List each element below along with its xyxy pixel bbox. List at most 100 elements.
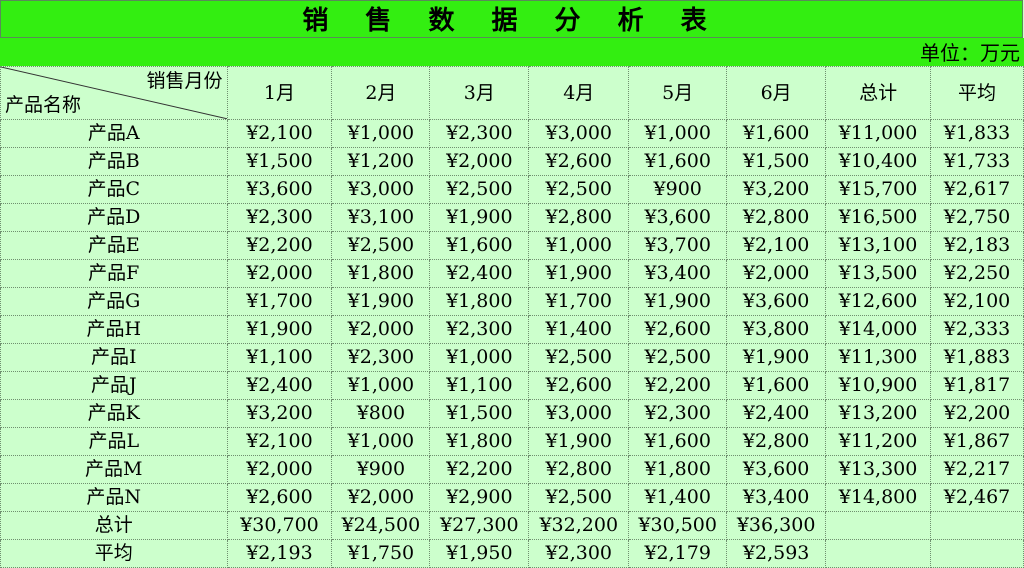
value-cell[interactable]: ¥1,600 xyxy=(726,119,827,148)
row-label-cell[interactable]: 产品G xyxy=(0,287,228,316)
row-label-cell[interactable]: 产品E xyxy=(0,231,228,260)
value-cell[interactable]: ¥10,400 xyxy=(825,147,932,176)
value-cell[interactable]: ¥1,500 xyxy=(726,147,827,176)
value-cell[interactable]: ¥3,600 xyxy=(726,287,827,316)
value-cell[interactable]: ¥3,400 xyxy=(628,259,728,288)
row-label-cell[interactable]: 产品B xyxy=(0,147,228,176)
value-cell[interactable]: ¥1,817 xyxy=(930,371,1024,400)
column-header[interactable]: 6月 xyxy=(726,66,827,120)
value-cell[interactable]: ¥1,100 xyxy=(226,343,333,372)
value-cell[interactable]: ¥2,300 xyxy=(628,399,728,428)
value-cell[interactable]: ¥1,900 xyxy=(429,203,530,232)
value-cell[interactable]: ¥1,900 xyxy=(628,287,728,316)
column-header[interactable]: 5月 xyxy=(628,66,728,120)
value-cell[interactable]: ¥2,000 xyxy=(226,455,333,484)
value-cell[interactable]: ¥10,900 xyxy=(825,371,932,400)
value-cell[interactable]: ¥1,600 xyxy=(726,371,827,400)
value-cell[interactable]: ¥1,900 xyxy=(528,427,630,456)
value-cell[interactable]: ¥1,600 xyxy=(628,427,728,456)
value-cell[interactable]: ¥1,950 xyxy=(429,539,530,568)
value-cell[interactable]: ¥1,800 xyxy=(331,259,431,288)
value-cell[interactable]: ¥1,500 xyxy=(226,147,333,176)
value-cell[interactable]: ¥13,500 xyxy=(825,259,932,288)
row-label-cell[interactable]: 产品F xyxy=(0,259,228,288)
value-cell[interactable]: ¥1,900 xyxy=(726,343,827,372)
value-cell[interactable]: ¥1,900 xyxy=(226,315,333,344)
value-cell[interactable] xyxy=(825,511,932,540)
value-cell[interactable]: ¥13,100 xyxy=(825,231,932,260)
row-label-cell[interactable]: 产品H xyxy=(0,315,228,344)
value-cell[interactable]: ¥1,400 xyxy=(528,315,630,344)
value-cell[interactable]: ¥2,400 xyxy=(429,259,530,288)
value-cell[interactable]: ¥2,800 xyxy=(528,203,630,232)
value-cell[interactable] xyxy=(825,539,932,568)
value-cell[interactable]: ¥2,600 xyxy=(528,371,630,400)
value-cell[interactable]: ¥3,000 xyxy=(331,175,431,204)
value-cell[interactable]: ¥2,500 xyxy=(528,343,630,372)
value-cell[interactable]: ¥2,300 xyxy=(226,203,333,232)
value-cell[interactable]: ¥2,200 xyxy=(628,371,728,400)
value-cell[interactable]: ¥1,000 xyxy=(429,343,530,372)
row-label-cell[interactable]: 产品A xyxy=(0,119,228,148)
value-cell[interactable]: ¥3,600 xyxy=(726,455,827,484)
value-cell[interactable]: ¥2,500 xyxy=(528,175,630,204)
value-cell[interactable]: ¥2,183 xyxy=(930,231,1024,260)
row-label-cell[interactable]: 产品I xyxy=(0,343,228,372)
value-cell[interactable]: ¥2,000 xyxy=(726,259,827,288)
value-cell[interactable]: ¥3,700 xyxy=(628,231,728,260)
value-cell[interactable]: ¥3,200 xyxy=(226,399,333,428)
value-cell[interactable]: ¥11,300 xyxy=(825,343,932,372)
value-cell[interactable]: ¥2,000 xyxy=(226,259,333,288)
corner-header-cell[interactable]: 销售月份 产品名称 xyxy=(0,66,228,120)
value-cell[interactable]: ¥30,500 xyxy=(628,511,728,540)
value-cell[interactable]: ¥2,800 xyxy=(528,455,630,484)
value-cell[interactable]: ¥1,000 xyxy=(528,231,630,260)
value-cell[interactable]: ¥13,300 xyxy=(825,455,932,484)
value-cell[interactable]: ¥2,500 xyxy=(628,343,728,372)
value-cell[interactable]: ¥2,193 xyxy=(226,539,333,568)
value-cell[interactable]: ¥1,867 xyxy=(930,427,1024,456)
value-cell[interactable]: ¥2,467 xyxy=(930,483,1024,512)
value-cell[interactable]: ¥2,800 xyxy=(726,427,827,456)
column-header[interactable]: 2月 xyxy=(331,66,431,120)
column-header[interactable]: 平均 xyxy=(930,66,1024,120)
value-cell[interactable]: ¥1,000 xyxy=(331,119,431,148)
value-cell[interactable]: ¥2,000 xyxy=(429,147,530,176)
value-cell[interactable]: ¥1,883 xyxy=(930,343,1024,372)
value-cell[interactable]: ¥16,500 xyxy=(825,203,932,232)
value-cell[interactable]: ¥3,000 xyxy=(528,119,630,148)
value-cell[interactable]: ¥1,700 xyxy=(528,287,630,316)
value-cell[interactable]: ¥14,800 xyxy=(825,483,932,512)
value-cell[interactable]: ¥2,100 xyxy=(726,231,827,260)
value-cell[interactable]: ¥1,800 xyxy=(429,287,530,316)
value-cell[interactable]: ¥900 xyxy=(628,175,728,204)
row-label-cell[interactable]: 产品J xyxy=(0,371,228,400)
value-cell[interactable]: ¥1,900 xyxy=(331,287,431,316)
value-cell[interactable]: ¥2,000 xyxy=(331,315,431,344)
value-cell[interactable]: ¥900 xyxy=(331,455,431,484)
value-cell[interactable]: ¥2,500 xyxy=(429,175,530,204)
value-cell[interactable]: ¥3,400 xyxy=(726,483,827,512)
value-cell[interactable]: ¥2,800 xyxy=(726,203,827,232)
column-header[interactable]: 4月 xyxy=(528,66,630,120)
value-cell[interactable]: ¥2,500 xyxy=(528,483,630,512)
row-label-cell[interactable]: 总计 xyxy=(0,511,228,540)
value-cell[interactable]: ¥3,200 xyxy=(726,175,827,204)
value-cell[interactable]: ¥30,700 xyxy=(226,511,333,540)
value-cell[interactable]: ¥13,200 xyxy=(825,399,932,428)
value-cell[interactable]: ¥1,900 xyxy=(528,259,630,288)
value-cell[interactable]: ¥1,000 xyxy=(331,371,431,400)
row-label-cell[interactable]: 产品M xyxy=(0,455,228,484)
row-label-cell[interactable]: 平均 xyxy=(0,539,228,568)
value-cell[interactable]: ¥2,600 xyxy=(226,483,333,512)
value-cell[interactable]: ¥1,750 xyxy=(331,539,431,568)
value-cell[interactable]: ¥2,617 xyxy=(930,175,1024,204)
value-cell[interactable]: ¥3,000 xyxy=(528,399,630,428)
value-cell[interactable]: ¥1,400 xyxy=(628,483,728,512)
value-cell[interactable]: ¥2,000 xyxy=(331,483,431,512)
value-cell[interactable]: ¥2,100 xyxy=(226,119,333,148)
value-cell[interactable] xyxy=(930,539,1024,568)
value-cell[interactable]: ¥2,400 xyxy=(226,371,333,400)
value-cell[interactable]: ¥1,733 xyxy=(930,147,1024,176)
column-header[interactable]: 1月 xyxy=(226,66,333,120)
